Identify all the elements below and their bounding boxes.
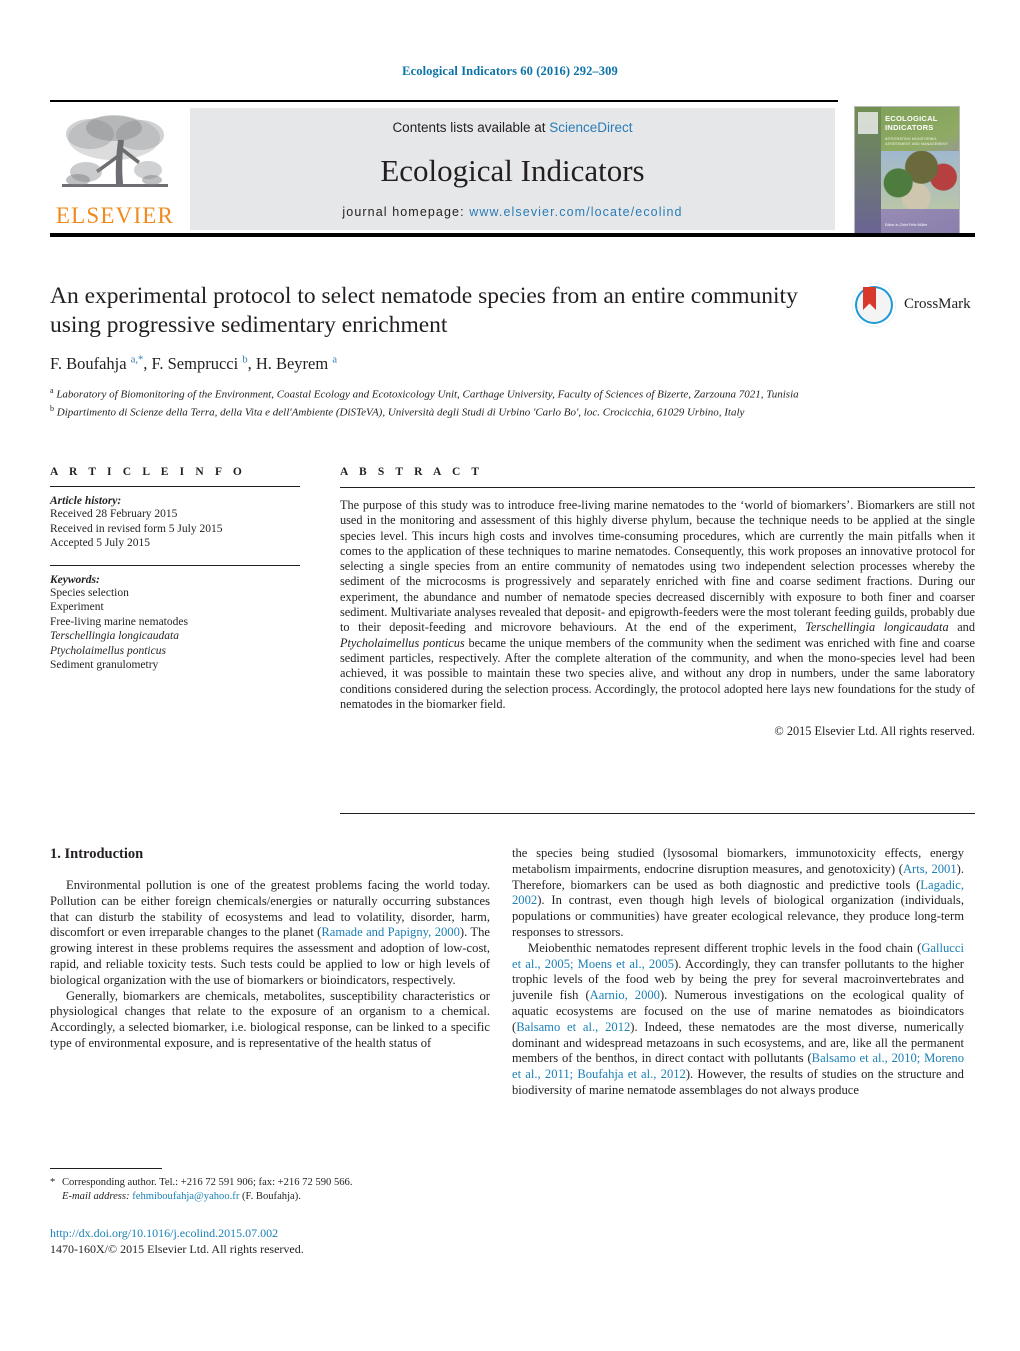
cover-elsevier-mark [858, 112, 878, 134]
masthead-top-rule [50, 100, 975, 102]
keyword-item: Ptycholaimellus ponticus [50, 644, 166, 657]
email-label: E-mail address: [62, 1190, 130, 1202]
email-link[interactable]: fehmiboufahja@yahoo.fr [132, 1191, 239, 1202]
keyword-item: Experiment [50, 601, 104, 613]
history-item: Received 28 February 2015 [50, 508, 178, 520]
keyword-item: Sediment granulometry [50, 659, 159, 671]
affiliation-list: a Laboratory of Biomonitoring of the Env… [50, 384, 880, 420]
keyword-item: Species selection [50, 586, 129, 599]
cover-subtitle: INTEGRATING MONITORING, ASSESSMENT AND M… [885, 137, 949, 146]
author-list: F. Boufahja a,*, F. Semprucci b, H. Beyr… [50, 354, 338, 373]
abstract-rule-top [340, 487, 975, 488]
cover-footer-text: Editor-in-Chief Felix Müller [885, 222, 928, 227]
article-info-rule-top [50, 486, 300, 487]
journal-masthead: ELSEVIER Contents lists available at Sci… [50, 100, 975, 237]
article-info-heading: A R T I C L E I N F O [50, 466, 246, 478]
citation-link: Lagadic, 2002 [512, 877, 964, 908]
citation-link: Gallucci et al., 2005; Moens et al., 200… [512, 940, 964, 971]
article-history-label: Article history: [50, 495, 122, 507]
journal-homepage-url[interactable]: www.elsevier.com/locate/ecolind [469, 205, 682, 219]
abstract-copyright: © 2015 Elsevier Ltd. All rights reserved… [774, 724, 975, 739]
crossmark-label: CrossMark [904, 296, 971, 312]
citation-link: Balsamo et al., 2012 [516, 1019, 631, 1034]
elsevier-logo: ELSEVIER [50, 108, 180, 233]
article-info-section: A R T I C L E I N F O Article history: R… [50, 466, 300, 673]
running-head: Ecological Indicators 60 (2016) 292–309 [402, 64, 618, 78]
contents-prefix: Contents lists available at [392, 120, 550, 135]
history-item: Received in revised form 5 July 2015 [50, 522, 223, 535]
journal-cover-thumbnail: ECOLOGICAL INDICATORS INTEGRATING MONITO… [838, 100, 975, 237]
abstract-rule-bottom [340, 813, 975, 814]
keyword-item: Terschellingia longicaudata [50, 630, 179, 642]
paragraph: the species being studied (lysosomal bio… [512, 846, 964, 939]
sciencedirect-link[interactable]: ScienceDirect [549, 120, 632, 135]
cover-photo-collage [881, 151, 959, 209]
affiliation-b: b Dipartimento di Scienze della Terra, d… [50, 404, 745, 419]
corresponding-author-footnote: * Corresponding author. Tel.: +216 72 59… [50, 1176, 490, 1203]
paragraph: Generally, biomarkers are chemicals, met… [50, 988, 490, 1050]
article-page: Ecological Indicators 60 (2016) 292–309 [0, 0, 1020, 1351]
citation-link: Arts, 2001 [902, 861, 957, 876]
page-title: An experimental protocol to select nemat… [50, 283, 798, 338]
keywords-label: Keywords: [50, 573, 100, 586]
abstract-section: A B S T R A C T The purpose of this stud… [340, 466, 975, 739]
cover-title: ECOLOGICAL INDICATORS [885, 114, 938, 132]
paragraph: Environmental pollution is one of the gr… [50, 878, 490, 987]
section-title-introduction: 1. Introduction [50, 846, 144, 862]
homepage-prefix: journal homepage: [342, 205, 470, 219]
email-suffix: (F. Boufahja). [242, 1190, 301, 1202]
body-column-left: 1. Introduction Environmental pollution … [50, 846, 490, 1052]
elsevier-tree-icon [62, 115, 168, 187]
article-history-block: Article history: Received 28 February 20… [50, 495, 300, 551]
corresponding-author-line: * Corresponding author. Tel.: +216 72 59… [50, 1177, 353, 1188]
citation-link: Ramade and Papigny, 2000 [321, 925, 460, 940]
crossmark-badge[interactable]: CrossMark [852, 283, 976, 343]
elsevier-wordmark: ELSEVIER [55, 203, 175, 228]
masthead-center-panel: Contents lists available at ScienceDirec… [190, 108, 835, 230]
masthead-bottom-rule [50, 233, 975, 237]
footnote-rule [50, 1168, 162, 1169]
journal-homepage-line: journal homepage: www.elsevier.com/locat… [190, 205, 835, 219]
paragraph: Meiobenthic nematodes represent differen… [512, 940, 965, 1097]
crossmark-circle-icon [852, 283, 896, 327]
issn-copyright-line: 1470-160X/© 2015 Elsevier Ltd. All right… [50, 1242, 304, 1256]
affiliation-a-text: Laboratory of Biomonitoring of the Envir… [56, 388, 799, 401]
cover-art: ECOLOGICAL INDICATORS INTEGRATING MONITO… [854, 106, 960, 234]
keyword-item: Free-living marine nematodes [50, 615, 188, 628]
contents-line: Contents lists available at ScienceDirec… [190, 120, 835, 135]
citation-link: Balsamo et al., 2010; Moreno et al., 201… [512, 1051, 964, 1082]
email-line: E-mail address: fehmiboufahja@yahoo.fr (… [50, 1190, 490, 1204]
history-item: Accepted 5 July 2015 [50, 537, 150, 549]
doi-link[interactable]: http://dx.doi.org/10.1016/j.ecolind.2015… [50, 1225, 490, 1241]
article-info-rule-mid [50, 564, 300, 566]
journal-title: Ecological Indicators [380, 153, 645, 188]
title-block: An experimental protocol to select nemat… [50, 282, 975, 420]
citation-link: Aarnio, 2000 [589, 988, 660, 1003]
doi-footer: http://dx.doi.org/10.1016/j.ecolind.2015… [50, 1225, 490, 1257]
abstract-heading: A B S T R A C T [340, 466, 484, 478]
affiliation-a: a Laboratory of Biomonitoring of the Env… [50, 386, 799, 401]
body-column-right: the species being studied (lysosomal bio… [512, 846, 964, 1099]
affiliation-b-text: Dipartimento di Scienze della Terra, del… [56, 406, 745, 419]
keywords-block: Keywords: Species selection Experiment F… [50, 574, 300, 673]
abstract-body: The purpose of this study was to introdu… [340, 498, 975, 711]
